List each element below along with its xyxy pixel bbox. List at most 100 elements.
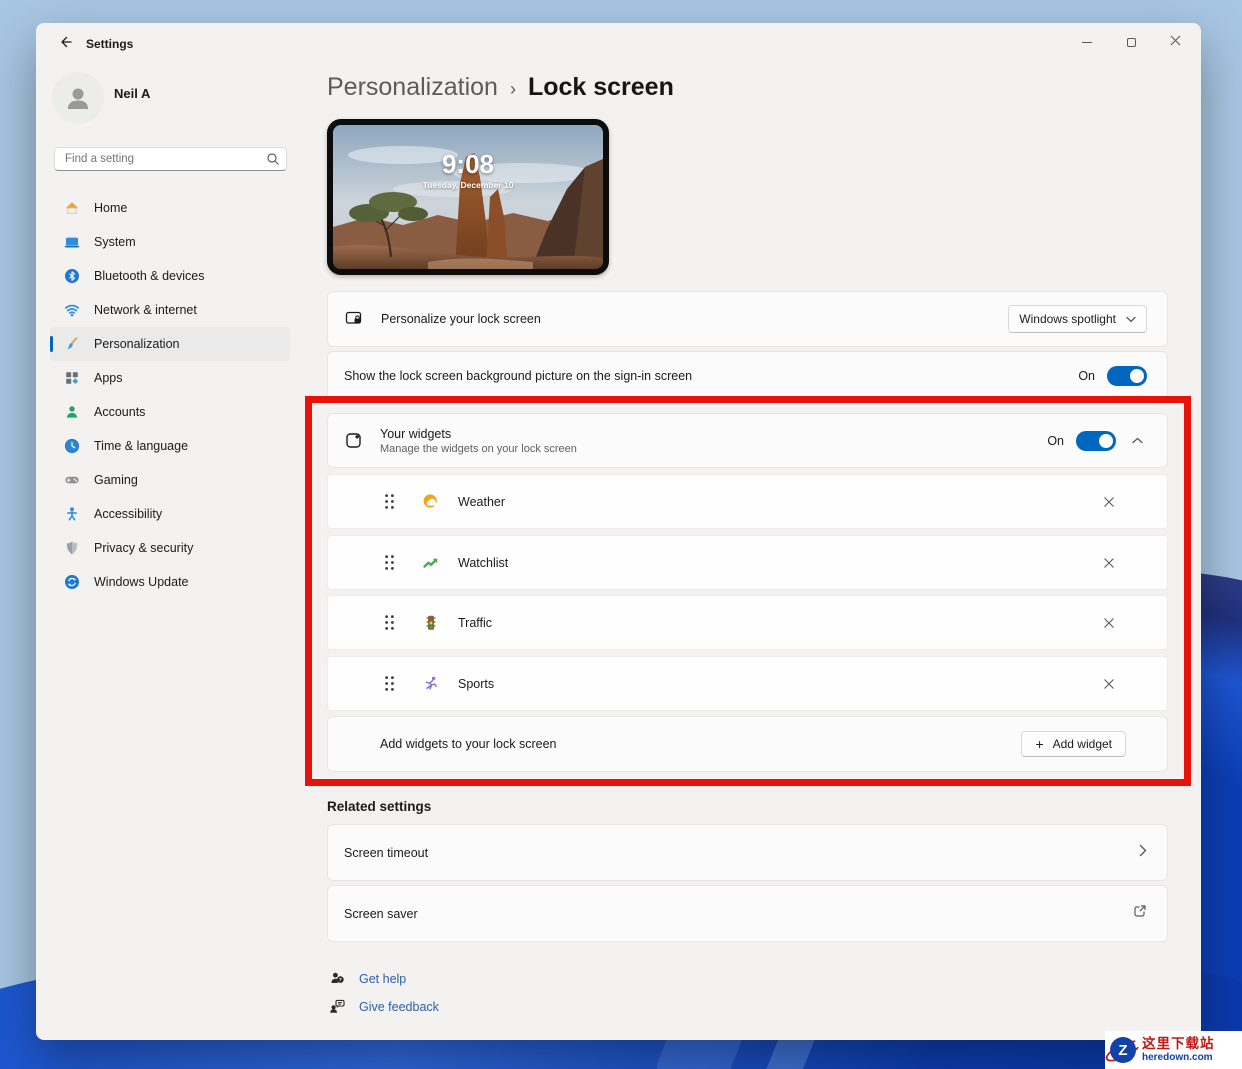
watermark: Z 这里下载站 heredown.com bbox=[1105, 1031, 1242, 1069]
remove-widget-button[interactable] bbox=[1099, 553, 1119, 573]
bluetooth-icon bbox=[64, 268, 80, 284]
maximize-button[interactable] bbox=[1109, 27, 1153, 57]
sidebar-item-label: Apps bbox=[94, 371, 123, 385]
clock-icon bbox=[64, 438, 80, 454]
person-silhouette-icon bbox=[63, 83, 93, 113]
network-icon bbox=[64, 302, 80, 318]
sidebar-item-label: Bluetooth & devices bbox=[94, 269, 205, 283]
maximize-icon bbox=[1127, 38, 1136, 47]
weather-icon bbox=[422, 493, 440, 511]
accessibility-icon bbox=[64, 506, 80, 522]
sidebar-item-accessibility[interactable]: Accessibility bbox=[50, 497, 290, 531]
help-icon: ? bbox=[329, 970, 346, 987]
sidebar-item-bluetooth-devices[interactable]: Bluetooth & devices bbox=[50, 259, 290, 293]
apps-icon bbox=[64, 370, 80, 386]
sidebar-item-network-internet[interactable]: Network & internet bbox=[50, 293, 290, 327]
widget-label: Traffic bbox=[458, 616, 492, 630]
your-widgets-title: Your widgets bbox=[380, 427, 577, 441]
search-box[interactable] bbox=[54, 147, 287, 171]
minimize-icon bbox=[1082, 42, 1092, 43]
sidebar-item-personalization[interactable]: Personalization bbox=[50, 327, 290, 361]
page-title: Lock screen bbox=[528, 73, 674, 102]
get-help-label: Get help bbox=[359, 972, 406, 986]
lock-screen-icon bbox=[344, 309, 364, 329]
watermark-letter: Z bbox=[1110, 1037, 1136, 1063]
traffic-icon bbox=[422, 614, 440, 632]
remove-widget-button[interactable] bbox=[1099, 492, 1119, 512]
sidebar-item-windows-update[interactable]: Windows Update bbox=[50, 565, 290, 599]
close-icon bbox=[1103, 557, 1115, 569]
breadcrumb-parent[interactable]: Personalization bbox=[327, 73, 498, 102]
drag-handle-icon[interactable] bbox=[384, 614, 395, 631]
breadcrumb-separator-icon: › bbox=[510, 79, 516, 100]
back-button[interactable] bbox=[50, 31, 80, 57]
remove-widget-button[interactable] bbox=[1099, 674, 1119, 694]
related-settings-heading: Related settings bbox=[327, 799, 431, 814]
give-feedback-label: Give feedback bbox=[359, 1000, 439, 1014]
person-icon bbox=[64, 404, 80, 420]
toggle-state-label: On bbox=[1078, 369, 1095, 383]
user-name: Neil A bbox=[114, 86, 150, 101]
remove-widget-button[interactable] bbox=[1099, 613, 1119, 633]
sidebar-item-time-language[interactable]: Time & language bbox=[50, 429, 290, 463]
sidebar-item-home[interactable]: Home bbox=[50, 191, 290, 225]
watermark-logo-icon: Z bbox=[1108, 1035, 1138, 1065]
avatar[interactable] bbox=[52, 72, 104, 124]
give-feedback-link[interactable]: Give feedback bbox=[329, 998, 439, 1015]
screen-saver-row[interactable]: Screen saver bbox=[327, 885, 1168, 942]
preview-date: Tuesday, December 10 bbox=[333, 180, 603, 190]
toggle-state-label: On bbox=[1047, 434, 1064, 448]
svg-text:?: ? bbox=[339, 977, 342, 983]
watchlist-icon bbox=[422, 554, 440, 572]
minimize-button[interactable] bbox=[1065, 27, 1109, 57]
personalize-lock-screen-row: Personalize your lock screen Windows spo… bbox=[327, 291, 1168, 347]
add-widget-button[interactable]: + Add widget bbox=[1021, 731, 1126, 757]
lock-screen-wallpaper bbox=[333, 125, 603, 269]
desktop: Settings Neil A bbox=[0, 0, 1242, 1069]
drag-handle-icon[interactable] bbox=[384, 675, 395, 692]
sidebar-item-label: Windows Update bbox=[94, 575, 189, 589]
sidebar-item-label: Personalization bbox=[94, 337, 179, 351]
system-icon bbox=[64, 234, 80, 250]
paintbrush-icon bbox=[64, 336, 80, 352]
close-button[interactable] bbox=[1153, 27, 1197, 57]
sidebar-item-accounts[interactable]: Accounts bbox=[50, 395, 290, 429]
sidebar-item-label: Gaming bbox=[94, 473, 138, 487]
watermark-domain: heredown.com bbox=[1142, 1052, 1215, 1064]
widget-label: Watchlist bbox=[458, 556, 508, 570]
sidebar-item-label: System bbox=[94, 235, 136, 249]
get-help-link[interactable]: ? Get help bbox=[329, 970, 406, 987]
sidebar-item-gaming[interactable]: Gaming bbox=[50, 463, 290, 497]
drag-handle-icon[interactable] bbox=[384, 554, 395, 571]
sidebar-item-label: Accounts bbox=[94, 405, 145, 419]
close-icon bbox=[1103, 617, 1115, 629]
search-icon bbox=[266, 152, 280, 171]
lock-screen-preview: 9:08 Tuesday, December 10 bbox=[327, 119, 609, 275]
lock-screen-mode-dropdown[interactable]: Windows spotlight bbox=[1008, 305, 1147, 333]
sidebar-item-label: Home bbox=[94, 201, 127, 215]
close-icon bbox=[1103, 678, 1115, 690]
sidebar-item-apps[interactable]: Apps bbox=[50, 361, 290, 395]
feedback-icon bbox=[329, 998, 346, 1015]
sidebar-item-system[interactable]: System bbox=[50, 225, 290, 259]
chevron-down-icon bbox=[1126, 312, 1136, 326]
update-icon bbox=[64, 574, 80, 590]
plus-icon: + bbox=[1035, 737, 1043, 751]
watermark-site-name: 这里下载站 bbox=[1142, 1036, 1215, 1052]
widgets-icon bbox=[344, 431, 363, 450]
screen-timeout-label: Screen timeout bbox=[344, 846, 428, 860]
collapse-section-button[interactable] bbox=[1128, 433, 1147, 448]
dropdown-value: Windows spotlight bbox=[1019, 312, 1116, 326]
drag-handle-icon[interactable] bbox=[384, 493, 395, 510]
gamepad-icon bbox=[64, 472, 80, 488]
your-widgets-toggle[interactable] bbox=[1076, 431, 1116, 451]
sidebar-nav: Home System Bluetooth & devices Network … bbox=[50, 191, 290, 599]
sidebar-item-privacy-security[interactable]: Privacy & security bbox=[50, 531, 290, 565]
add-widgets-label: Add widgets to your lock screen bbox=[380, 737, 556, 751]
chevron-right-icon bbox=[1139, 844, 1147, 862]
search-input[interactable] bbox=[55, 148, 286, 170]
signin-background-toggle[interactable] bbox=[1107, 366, 1147, 386]
widget-row-traffic: Traffic bbox=[327, 595, 1168, 650]
screen-timeout-row[interactable]: Screen timeout bbox=[327, 824, 1168, 881]
window-controls bbox=[1065, 27, 1197, 57]
